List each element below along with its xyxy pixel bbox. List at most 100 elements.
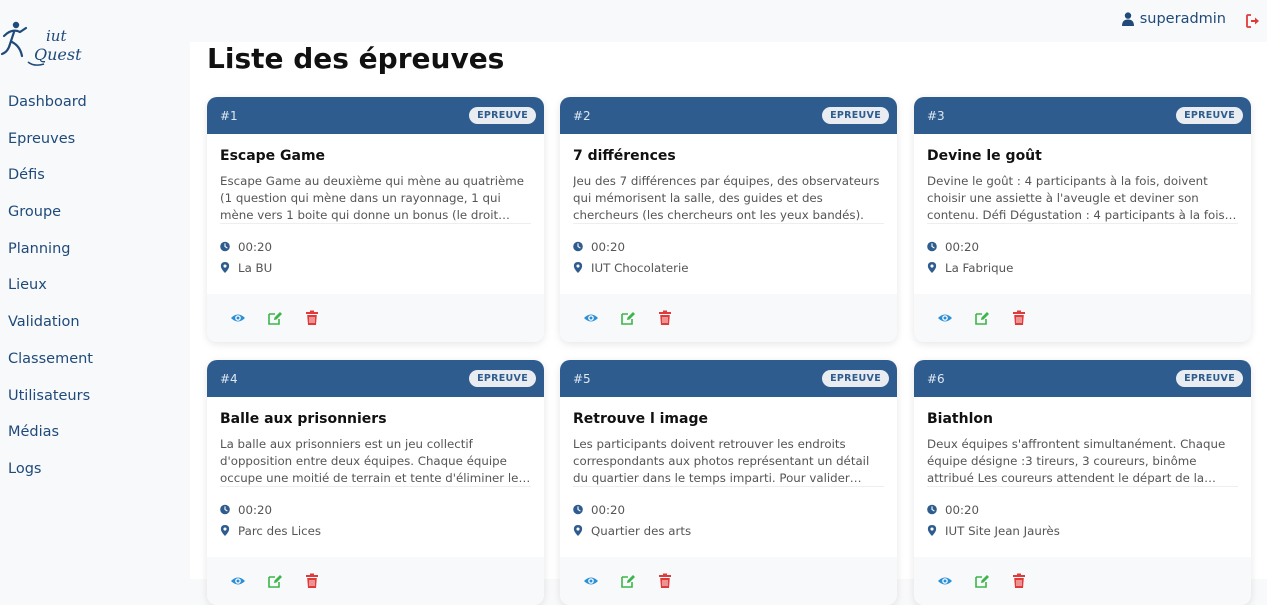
user-menu[interactable]: superadmin bbox=[1121, 11, 1226, 27]
type-badge: EPREUVE bbox=[469, 107, 536, 124]
sidebar-item-logs[interactable]: Logs bbox=[8, 451, 93, 488]
epreuve-card: #5 EPREUVE Retrouve l image Les particip… bbox=[560, 360, 897, 605]
location-value: IUT Site Jean Jaurès bbox=[945, 523, 1060, 538]
edit-icon bbox=[268, 312, 282, 325]
delete-button[interactable] bbox=[304, 573, 320, 589]
card-meta: 00:20 Parc des Lices bbox=[220, 499, 531, 541]
type-badge: EPREUVE bbox=[1176, 107, 1243, 124]
top-bar: superadmin bbox=[190, 0, 1267, 42]
card-meta: 00:20 Quartier des arts bbox=[573, 499, 884, 541]
map-pin-icon bbox=[927, 262, 937, 273]
duration-row: 00:20 bbox=[573, 499, 884, 520]
card-actions bbox=[207, 294, 544, 342]
app-logo[interactable]: iut Quest bbox=[0, 18, 86, 68]
sidebar-item-defis[interactable]: Défis bbox=[8, 157, 93, 194]
sidebar-item-classement[interactable]: Classement bbox=[8, 341, 93, 378]
view-button[interactable] bbox=[937, 310, 953, 326]
card-description: Escape Game au deuxième qui mène au quat… bbox=[220, 173, 531, 224]
sidebar-item-validation[interactable]: Validation bbox=[8, 304, 93, 341]
sidebar-item-utilisateurs[interactable]: Utilisateurs bbox=[8, 378, 93, 415]
card-description: La balle aux prisonniers est un jeu coll… bbox=[220, 436, 531, 487]
card-body: Biathlon Deux équipes s'affrontent simul… bbox=[914, 397, 1251, 541]
edit-button[interactable] bbox=[620, 573, 636, 589]
location-value: IUT Chocolaterie bbox=[591, 260, 689, 275]
sidebar-item-groupe[interactable]: Groupe bbox=[8, 194, 93, 231]
edit-icon bbox=[268, 575, 282, 588]
edit-button[interactable] bbox=[620, 310, 636, 326]
trash-icon bbox=[659, 573, 671, 588]
location-row: IUT Chocolaterie bbox=[573, 257, 884, 278]
edit-button[interactable] bbox=[974, 573, 990, 589]
duration-value: 00:20 bbox=[238, 502, 272, 517]
type-badge: EPREUVE bbox=[1176, 370, 1243, 387]
view-button[interactable] bbox=[937, 573, 953, 589]
duration-row: 00:20 bbox=[927, 236, 1238, 257]
view-button[interactable] bbox=[230, 310, 246, 326]
location-row: La BU bbox=[220, 257, 531, 278]
card-header: #2 EPREUVE bbox=[560, 97, 897, 134]
delete-button[interactable] bbox=[1011, 573, 1027, 589]
location-row: La Fabrique bbox=[927, 257, 1238, 278]
card-actions bbox=[914, 294, 1251, 342]
card-meta: 00:20 La Fabrique bbox=[927, 236, 1238, 278]
epreuve-card: #1 EPREUVE Escape Game Escape Game au de… bbox=[207, 97, 544, 342]
type-badge: EPREUVE bbox=[469, 370, 536, 387]
card-header: #5 EPREUVE bbox=[560, 360, 897, 397]
edit-icon bbox=[621, 312, 635, 325]
sidebar-item-dashboard[interactable]: Dashboard bbox=[8, 84, 93, 121]
trash-icon bbox=[306, 310, 318, 325]
card-title: Retrouve l image bbox=[573, 411, 708, 427]
sidebar-item-planning[interactable]: Planning bbox=[8, 231, 93, 268]
svg-text:iut: iut bbox=[46, 27, 67, 45]
duration-value: 00:20 bbox=[238, 239, 272, 254]
delete-button[interactable] bbox=[304, 310, 320, 326]
map-pin-icon bbox=[220, 262, 230, 273]
logo-graphic: iut Quest bbox=[0, 21, 82, 66]
card-body: Escape Game Escape Game au deuxième qui … bbox=[207, 134, 544, 278]
view-button[interactable] bbox=[583, 310, 599, 326]
edit-button[interactable] bbox=[267, 573, 283, 589]
sidebar-item-epreuves[interactable]: Epreuves bbox=[8, 121, 93, 158]
card-header: #6 EPREUVE bbox=[914, 360, 1251, 397]
card-header: #3 EPREUVE bbox=[914, 97, 1251, 134]
sidebar-item-lieux[interactable]: Lieux bbox=[8, 267, 93, 304]
card-number: #2 bbox=[573, 108, 591, 123]
card-title: Biathlon bbox=[927, 411, 993, 427]
location-row: Quartier des arts bbox=[573, 520, 884, 541]
epreuve-card: #4 EPREUVE Balle aux prisonniers La ball… bbox=[207, 360, 544, 605]
view-button[interactable] bbox=[230, 573, 246, 589]
card-description: Les participants doivent retrouver les e… bbox=[573, 436, 884, 487]
map-pin-icon bbox=[927, 525, 937, 536]
eye-icon bbox=[938, 314, 952, 322]
eye-icon bbox=[584, 577, 598, 585]
sidebar-item-medias[interactable]: Médias bbox=[8, 414, 93, 451]
card-title: 7 différences bbox=[573, 148, 676, 164]
map-pin-icon bbox=[573, 262, 583, 273]
eye-icon bbox=[231, 314, 245, 322]
delete-button[interactable] bbox=[1011, 310, 1027, 326]
card-body: Balle aux prisonniers La balle aux priso… bbox=[207, 397, 544, 541]
logout-button[interactable] bbox=[1246, 13, 1260, 28]
delete-button[interactable] bbox=[657, 573, 673, 589]
trash-icon bbox=[306, 573, 318, 588]
duration-value: 00:20 bbox=[591, 502, 625, 517]
eye-icon bbox=[231, 577, 245, 585]
user-icon bbox=[1121, 12, 1134, 26]
edit-button[interactable] bbox=[267, 310, 283, 326]
epreuve-card: #6 EPREUVE Biathlon Deux équipes s'affro… bbox=[914, 360, 1251, 605]
clock-icon bbox=[927, 241, 937, 252]
card-title: Escape Game bbox=[220, 148, 326, 164]
svg-text:Quest: Quest bbox=[34, 45, 82, 64]
location-value: La Fabrique bbox=[945, 260, 1014, 275]
clock-icon bbox=[220, 241, 230, 252]
type-badge: EPREUVE bbox=[822, 107, 889, 124]
card-number: #6 bbox=[927, 371, 945, 386]
clock-icon bbox=[573, 241, 583, 252]
trash-icon bbox=[1013, 310, 1025, 325]
delete-button[interactable] bbox=[657, 310, 673, 326]
view-button[interactable] bbox=[583, 573, 599, 589]
edit-button[interactable] bbox=[974, 310, 990, 326]
trash-icon bbox=[1013, 573, 1025, 588]
map-pin-icon bbox=[573, 525, 583, 536]
sidebar: iut Quest Dashboard Epreuves Défis Group… bbox=[0, 0, 190, 579]
